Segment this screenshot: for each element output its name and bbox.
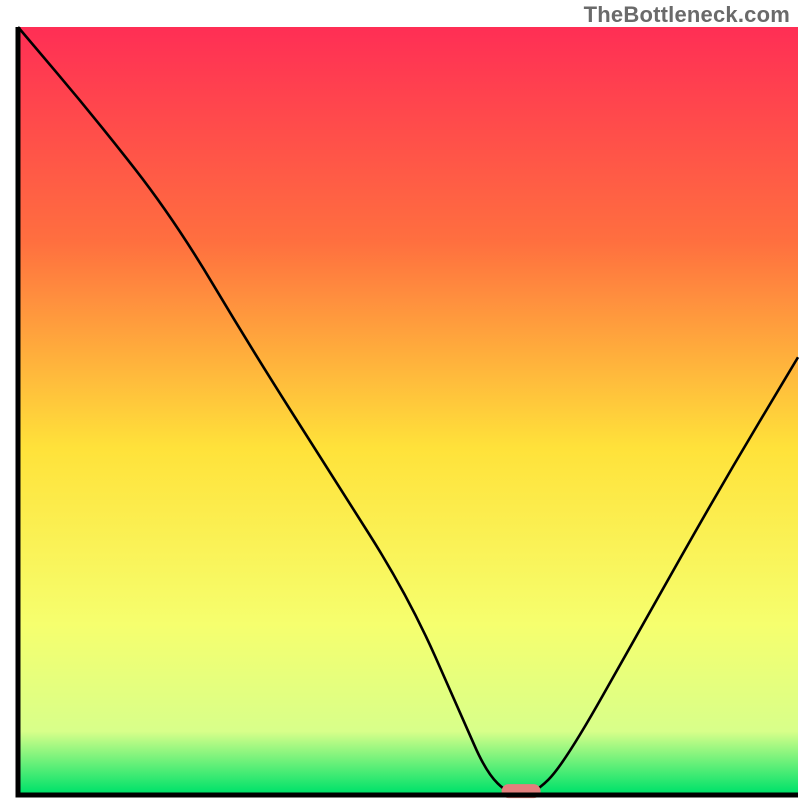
bottleneck-chart — [0, 25, 800, 800]
chart-container: TheBottleneck.com — [0, 0, 800, 800]
plot-area — [0, 25, 800, 800]
gradient-background — [21, 27, 799, 793]
